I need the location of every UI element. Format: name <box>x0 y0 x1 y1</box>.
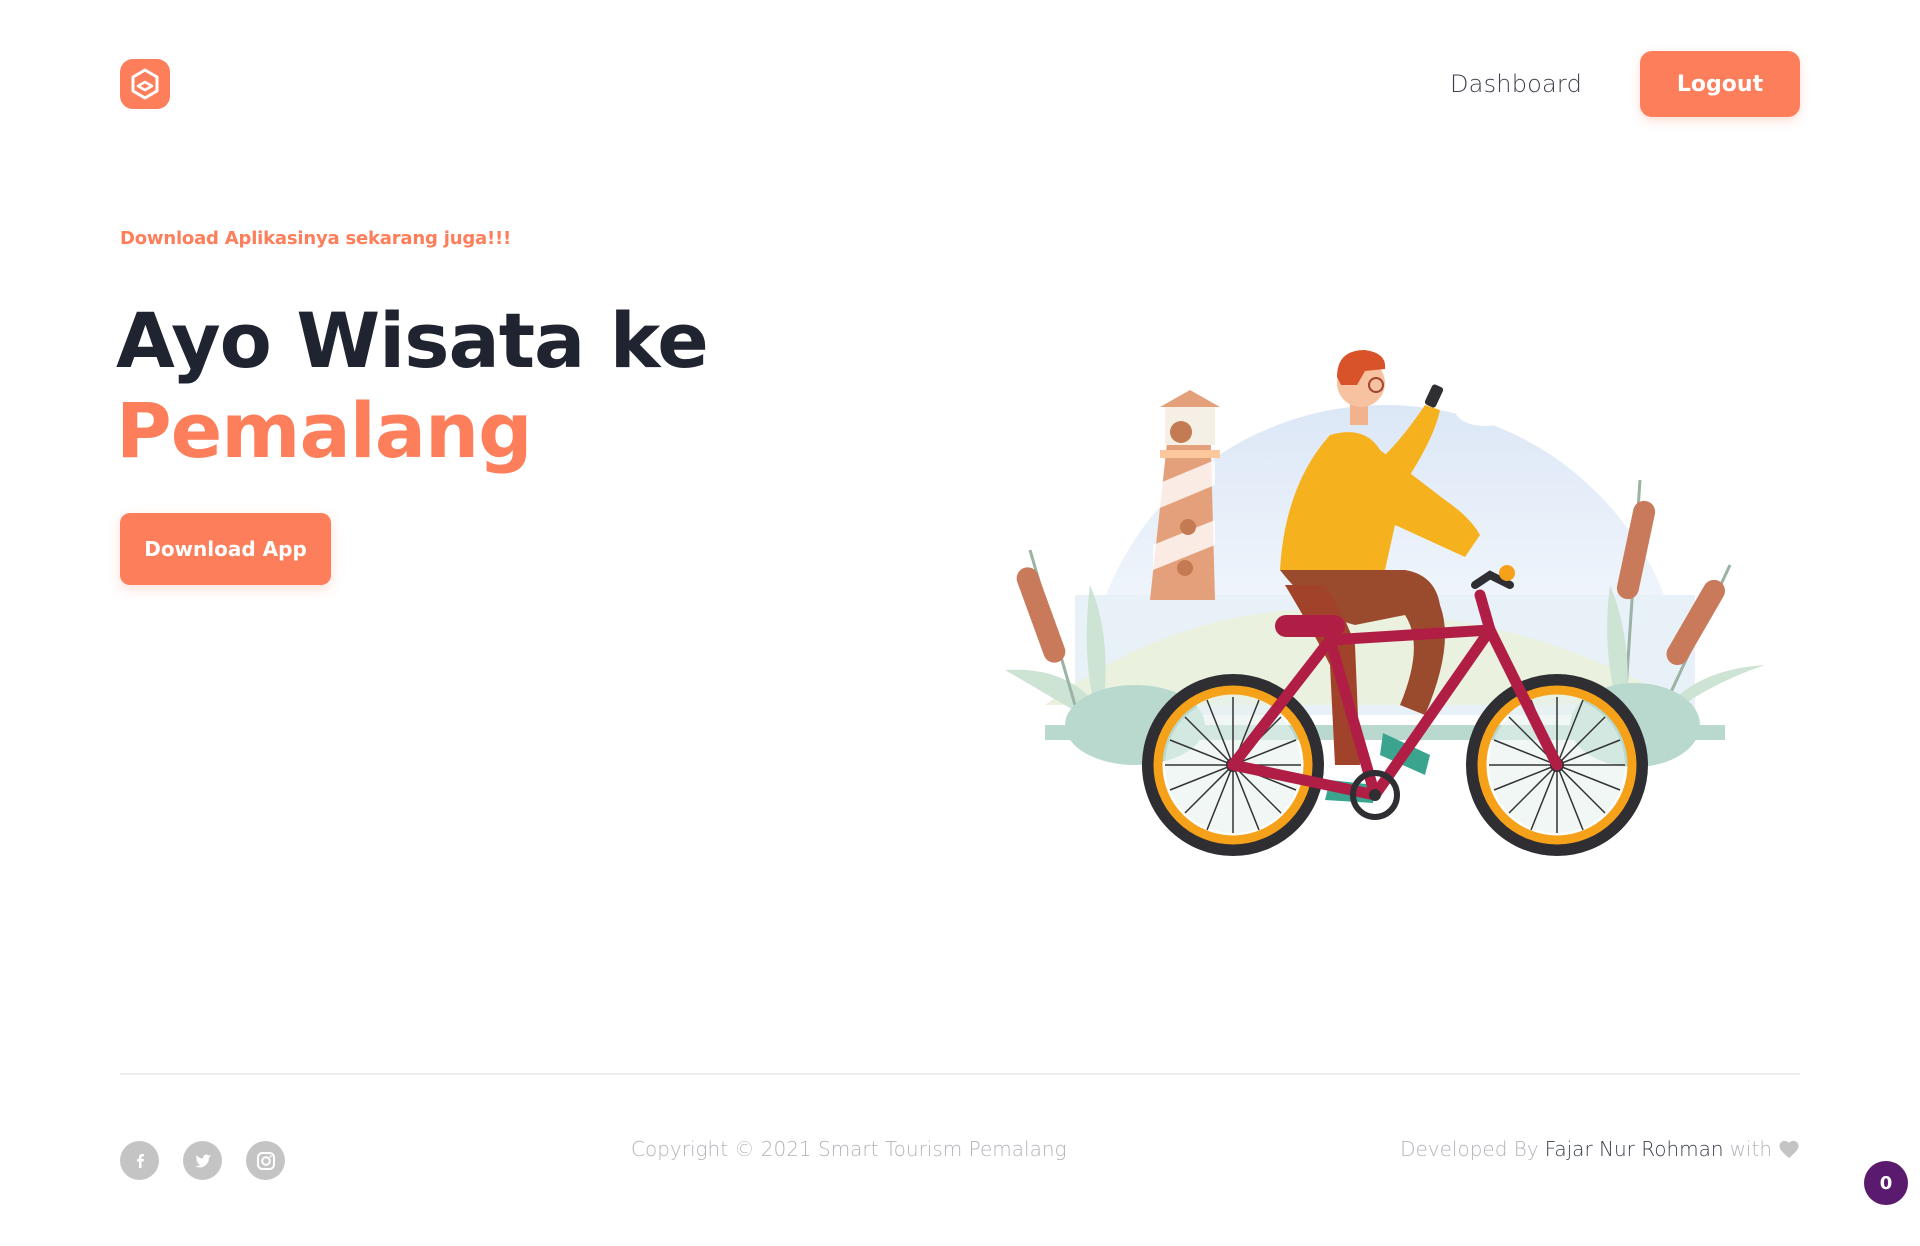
nav-dashboard-link[interactable]: Dashboard <box>1450 66 1582 102</box>
hero-title: Ayo Wisata ke Pemalang <box>116 296 709 475</box>
footer-divider <box>120 1073 1800 1075</box>
hero-title-line2: Pemalang <box>116 385 533 475</box>
twitter-icon <box>194 1154 211 1167</box>
hexagon-logo-icon <box>131 68 159 100</box>
facebook-link[interactable] <box>120 1141 159 1180</box>
credit-author-link[interactable]: Fajar Nur Rohman <box>1545 1137 1724 1161</box>
logo[interactable] <box>120 59 170 109</box>
footer-copyright: Copyright © 2021 Smart Tourism Pemalang <box>631 1137 1067 1161</box>
credit-suffix: with <box>1729 1137 1772 1161</box>
hero-tagline: Download Aplikasinya sekarang juga!!! <box>120 228 511 249</box>
hero-title-line1: Ayo Wisata ke <box>116 296 709 385</box>
cyclist-illustration <box>1005 350 1765 856</box>
heart-icon <box>1779 1140 1799 1159</box>
social-links <box>120 1141 285 1180</box>
credit-prefix: Developed By <box>1400 1137 1539 1161</box>
instagram-icon <box>256 1151 275 1170</box>
footer-credit: Developed By Fajar Nur Rohman with <box>1400 1137 1800 1161</box>
facebook-icon <box>136 1153 144 1168</box>
logout-button[interactable]: Logout <box>1640 51 1800 117</box>
twitter-link[interactable] <box>183 1141 222 1180</box>
instagram-link[interactable] <box>246 1141 285 1180</box>
download-app-button[interactable]: Download App <box>120 513 331 585</box>
notification-badge[interactable]: 0 <box>1864 1161 1908 1205</box>
